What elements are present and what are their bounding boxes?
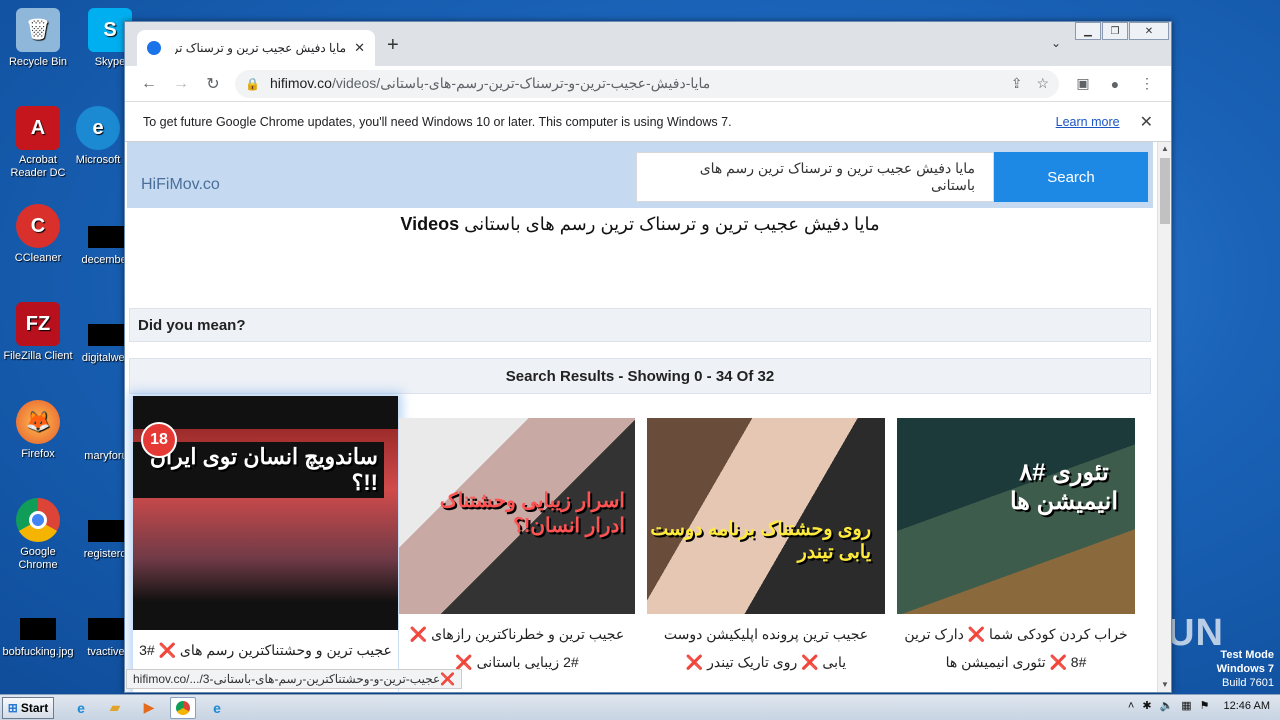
page-scrollbar[interactable]: ▲ ▼ <box>1157 142 1171 692</box>
file-icon <box>88 422 124 444</box>
scroll-up-icon[interactable]: ▲ <box>1158 142 1171 156</box>
firefox-icon: 🦊 <box>16 400 60 444</box>
window-controls: ▁ ❐ ✕ <box>1074 22 1169 40</box>
bookmark-star-icon[interactable]: ☆ <box>1036 75 1049 92</box>
media-player-icon[interactable]: ▶ <box>136 697 162 719</box>
video-title[interactable]: خراب کردن کودکی شما ❌ دارک ترین #8 ❌ تئو… <box>897 614 1135 676</box>
back-arrow-icon[interactable]: ← <box>133 75 165 93</box>
forward-arrow-icon[interactable]: → <box>165 75 197 93</box>
edge-taskbar-icon[interactable]: e <box>204 697 230 719</box>
file-icon <box>88 520 124 542</box>
share-icon[interactable]: ⇪ <box>1011 75 1023 92</box>
page-viewport: HiFiMov.co مایا دفیش عجیب ترین و ترسناک … <box>125 142 1171 692</box>
tray-network-icon[interactable]: ▦ <box>1181 699 1191 712</box>
filezilla-icon: FZ <box>16 302 60 346</box>
file-icon <box>88 618 124 640</box>
video-thumbnail[interactable]: روی وحشتناک برنامه دوست یابی تیندر <box>647 418 885 614</box>
chrome-icon <box>16 498 60 542</box>
video-card[interactable]: اسرار زیبایی وحشتناک ادرار انسان!؟ عجیب … <box>399 418 635 692</box>
scroll-down-icon[interactable]: ▼ <box>1158 678 1171 692</box>
update-infobar: To get future Google Chrome updates, you… <box>125 102 1171 142</box>
desktop-icon-recycle-bin[interactable]: 🗑 Recycle Bin <box>0 8 76 69</box>
browser-tab[interactable]: مایا دفیش عجیب ترین و ترسناک ترین ✕ <box>137 30 375 66</box>
chrome-window: مایا دفیش عجیب ترین و ترسناک ترین ✕ + ⌄ … <box>124 21 1172 693</box>
video-thumbnail[interactable]: اسرار زیبایی وحشتناک ادرار انسان!؟ <box>399 418 635 614</box>
file-explorer-icon[interactable]: ▰ <box>102 697 128 719</box>
video-card[interactable]: ساندویچ انسان توی ایران !!؟ 18 عجیب ترین… <box>133 396 398 692</box>
file-icon <box>20 618 56 640</box>
address-bar[interactable]: 🔒 hifimov.co/videos/مایا-دفیش-عجیب-ترین-… <box>235 69 1059 98</box>
learn-more-link[interactable]: Learn more <box>1056 115 1120 129</box>
start-button[interactable]: ⊞ Start <box>2 696 54 719</box>
desktop-icon-filezilla[interactable]: FZ FileZilla Client <box>0 302 76 363</box>
lock-icon[interactable]: 🔒 <box>245 77 260 91</box>
recycle-bin-icon: 🗑 <box>16 8 60 52</box>
clock[interactable]: 12:46 AM <box>1224 700 1270 712</box>
did-you-mean-box: Did you mean? <box>129 308 1151 342</box>
desktop-icon-bobfucking[interactable]: bobfucking.jpg <box>0 604 76 659</box>
desktop-icon-google-chrome[interactable]: Google Chrome <box>0 498 76 572</box>
internet-explorer-icon[interactable]: e <box>68 697 94 719</box>
video-thumbnail[interactable]: ساندویچ انسان توی ایران !!؟ 18 <box>133 396 398 630</box>
tray-expand-icon[interactable]: ˄ <box>1128 700 1134 712</box>
acrobat-icon: A <box>16 106 60 150</box>
video-title[interactable]: عجیب ترین و خطرناکترین رازهای ❌ #2 زیبای… <box>399 614 635 676</box>
page-title: Videos مایا دفیش عجیب ترین و ترسناک ترین… <box>400 214 880 234</box>
maximize-button[interactable]: ❐ <box>1102 22 1128 40</box>
edge-icon: e <box>76 106 120 150</box>
desktop-icon-ccleaner[interactable]: C CCleaner <box>0 204 76 265</box>
browser-toolbar: ← → ↻ 🔒 hifimov.co/videos/مایا-دفیش-عجیب… <box>125 66 1171 102</box>
menu-kebab-icon[interactable]: ⋮ <box>1131 75 1163 92</box>
close-window-button[interactable]: ✕ <box>1129 22 1169 40</box>
scrollbar-thumb[interactable] <box>1160 158 1170 224</box>
search-input[interactable]: مایا دفیش عجیب ترین و ترسناک ترین رسم ها… <box>636 152 994 202</box>
file-icon <box>88 324 124 346</box>
reload-icon[interactable]: ↻ <box>197 74 229 94</box>
tray-bluetooth-icon[interactable]: ✱ <box>1142 699 1151 712</box>
video-title[interactable]: عجیب ترین پرونده اپلیکیشن دوست یابی ❌ رو… <box>647 614 885 676</box>
chrome-taskbar-icon[interactable] <box>170 696 196 719</box>
windows-logo-icon: ⊞ <box>7 700 18 715</box>
new-tab-button[interactable]: + <box>387 34 399 57</box>
search-button[interactable]: Search <box>994 152 1148 202</box>
video-title[interactable]: عجیب ترین و وحشتناکترین رسم های ❌ #3 <box>133 630 398 664</box>
ccleaner-icon: C <box>16 204 60 248</box>
windows-test-mode-label: Test Mode Windows 7 Build 7601 <box>1216 649 1274 689</box>
tray-flag-icon[interactable]: ⚑ <box>1200 699 1210 712</box>
video-card[interactable]: تئوری #۸ انیمیشن ها خراب کردن کودکی شما … <box>897 418 1135 692</box>
profile-avatar-icon[interactable]: ● <box>1099 76 1131 92</box>
close-tab-icon[interactable]: ✕ <box>354 40 365 56</box>
close-infobar-icon[interactable]: ✕ <box>1140 112 1153 132</box>
link-status-bar: hifimov.co/.../3-عجیب-ترین-و-وحشتناکترین… <box>126 669 463 689</box>
age-badge: 18 <box>141 422 177 458</box>
desktop-icon-firefox[interactable]: 🦊 Firefox <box>0 400 76 461</box>
tray-volume-icon[interactable]: 🔈 <box>1160 699 1174 712</box>
infobar-message: To get future Google Chrome updates, you… <box>143 114 732 129</box>
video-card[interactable]: روی وحشتناک برنامه دوست یابی تیندر عجیب … <box>647 418 885 692</box>
site-favicon-icon <box>147 41 161 55</box>
taskbar: ⊞ Start e ▰ ▶ e ˄ ✱ 🔈 ▦ ⚑ 12:46 AM <box>0 694 1280 720</box>
file-icon <box>88 226 124 248</box>
minimize-button[interactable]: ▁ <box>1075 22 1101 40</box>
search-results-summary: Search Results - Showing 0 - 34 Of 32 <box>129 358 1151 394</box>
side-panel-icon[interactable]: ▣ <box>1067 75 1099 92</box>
tab-title: مایا دفیش عجیب ترین و ترسناک ترین <box>175 41 347 55</box>
tab-search-chevron-icon[interactable]: ⌄ <box>1051 36 1061 50</box>
video-thumbnail[interactable]: تئوری #۸ انیمیشن ها <box>897 418 1135 614</box>
tab-strip: مایا دفیش عجیب ترین و ترسناک ترین ✕ + ⌄ … <box>125 22 1171 66</box>
site-header: HiFiMov.co مایا دفیش عجیب ترین و ترسناک … <box>127 142 1153 208</box>
system-tray: ˄ ✱ 🔈 ▦ ⚑ 12:46 AM <box>1120 699 1270 713</box>
url-text: hifimov.co/videos/مایا-دفیش-عجیب-ترین-و-… <box>269 75 711 91</box>
site-logo[interactable]: HiFiMov.co <box>141 176 220 194</box>
